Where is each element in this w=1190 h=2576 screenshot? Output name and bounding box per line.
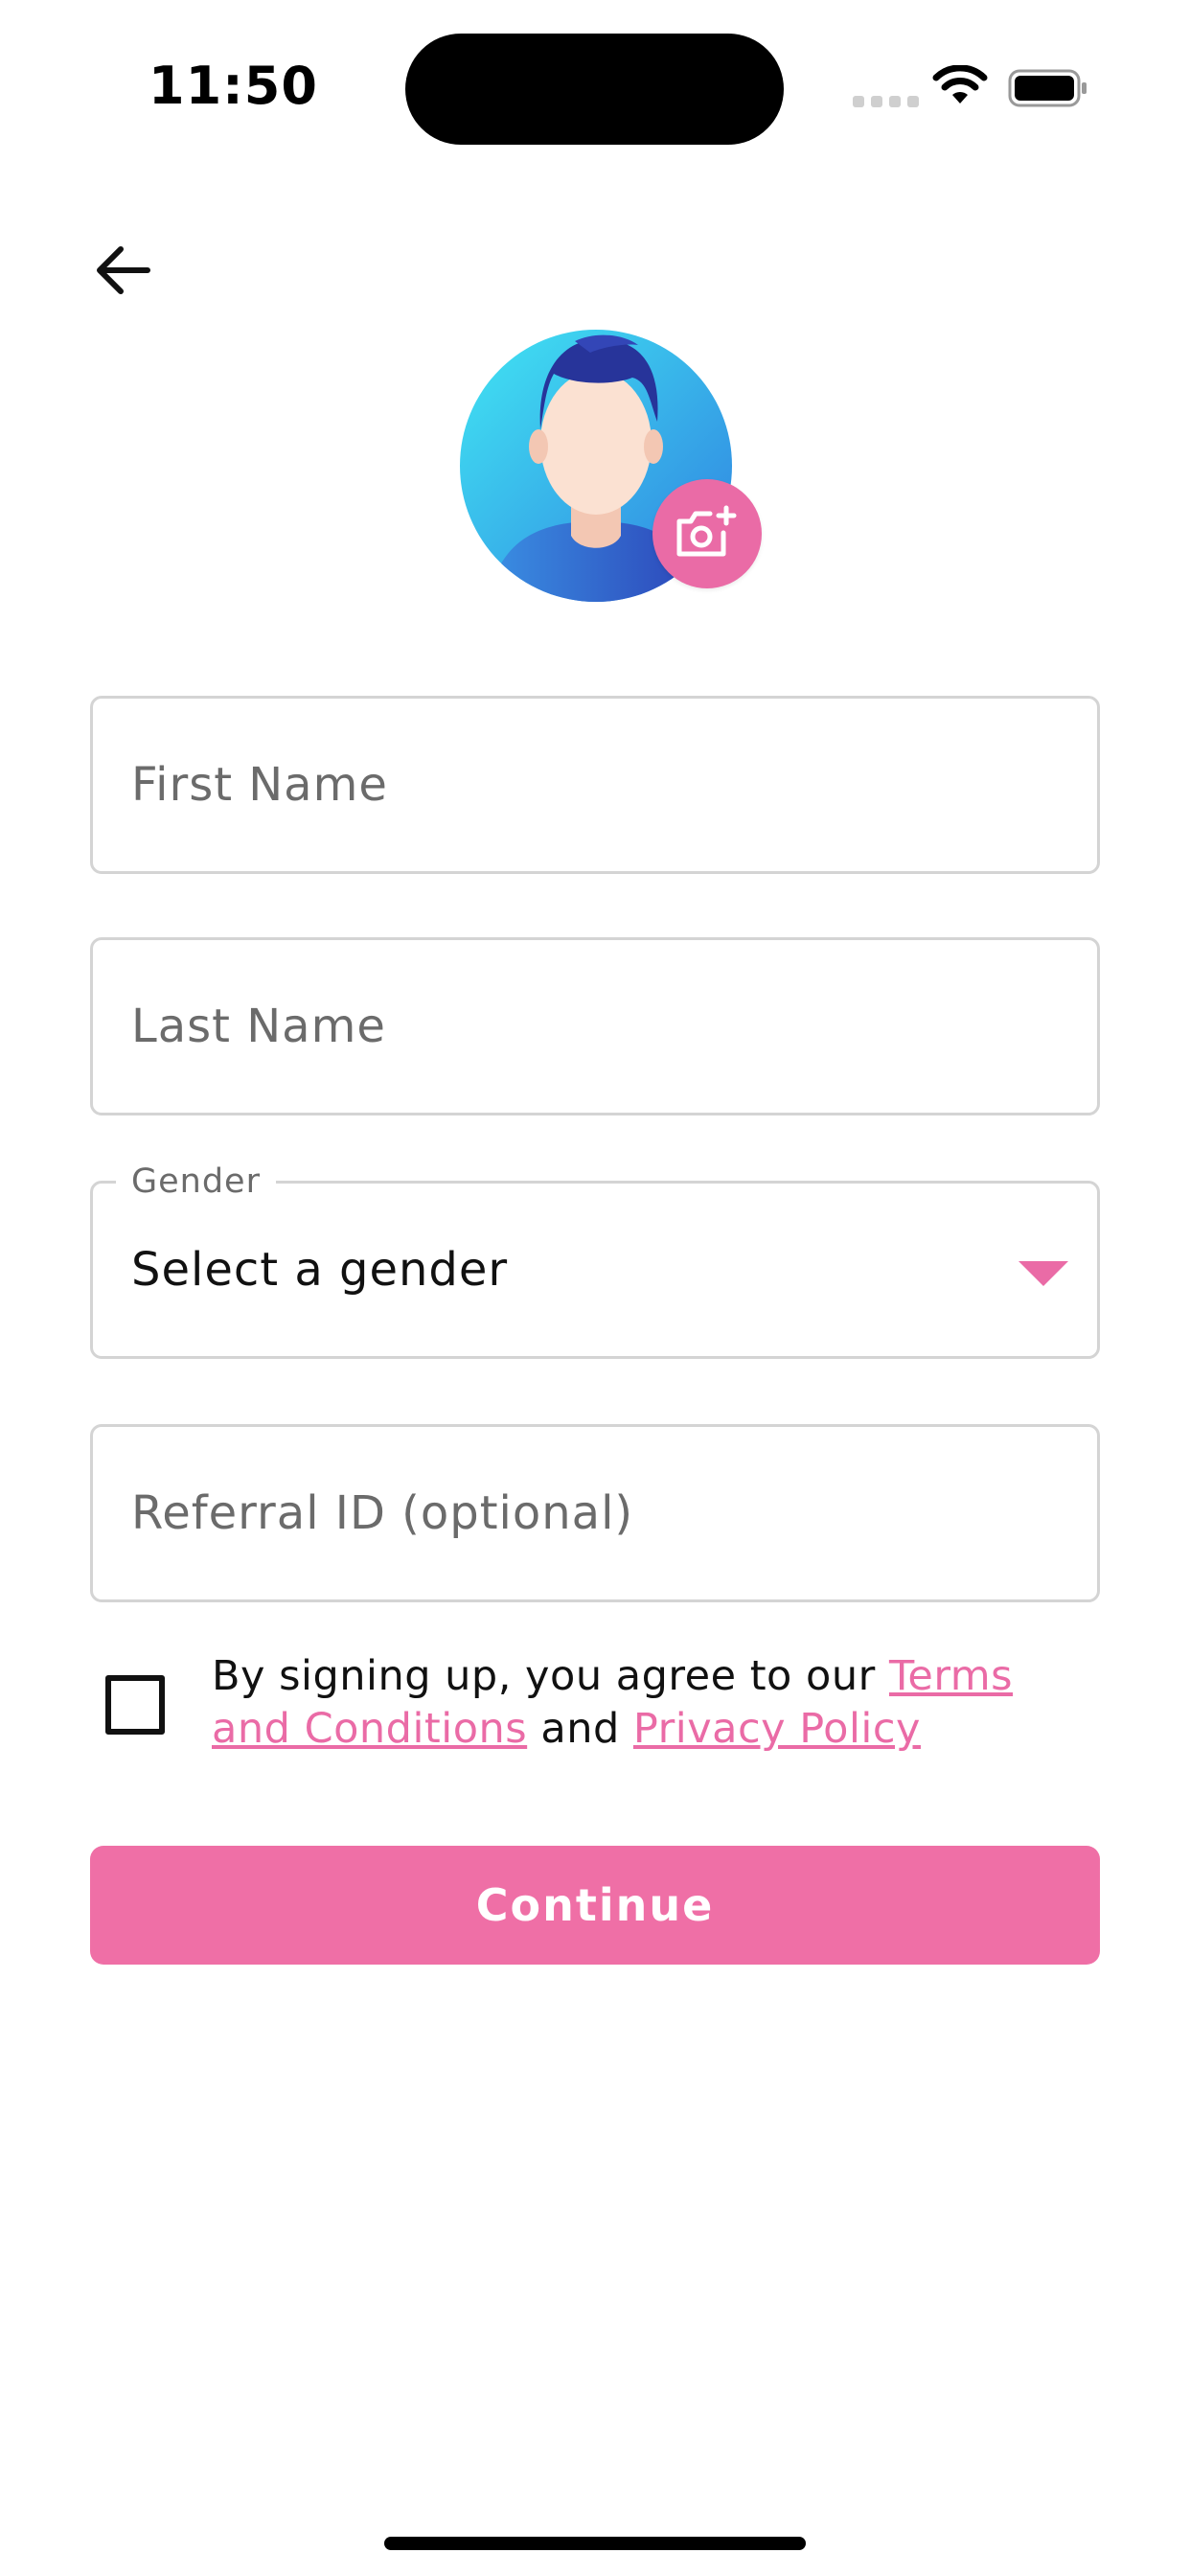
caret-down-icon [1018, 1261, 1068, 1286]
wifi-icon [932, 65, 988, 104]
status-time: 11:50 [149, 56, 318, 116]
referral-id-placeholder: Referral ID (optional) [131, 1486, 634, 1540]
terms-checkbox[interactable] [105, 1675, 165, 1735]
terms-agreement-text: By signing up, you agree to our Terms an… [212, 1650, 1074, 1756]
first-name-placeholder: First Name [131, 758, 388, 812]
back-button[interactable] [84, 232, 161, 309]
gender-selected-value: Select a gender [131, 1243, 509, 1297]
continue-button[interactable]: Continue [90, 1846, 1100, 1965]
cellular-signal-icon [853, 96, 919, 107]
gender-select[interactable]: Gender Select a gender [90, 1162, 1100, 1359]
referral-id-field[interactable]: Referral ID (optional) [90, 1424, 1100, 1602]
battery-icon [1008, 69, 1087, 107]
change-photo-button[interactable] [652, 479, 762, 588]
arrow-left-icon [97, 246, 150, 294]
last-name-placeholder: Last Name [131, 1000, 386, 1053]
first-name-field[interactable]: First Name [90, 696, 1100, 874]
privacy-policy-link[interactable]: Privacy Policy [633, 1705, 921, 1753]
camera-add-icon [676, 505, 737, 557]
agreement-prefix: By signing up, you agree to our [212, 1652, 889, 1700]
agreement-and: and [527, 1705, 633, 1753]
home-indicator [384, 2537, 806, 2550]
last-name-field[interactable]: Last Name [90, 937, 1100, 1116]
dynamic-island [405, 34, 784, 145]
